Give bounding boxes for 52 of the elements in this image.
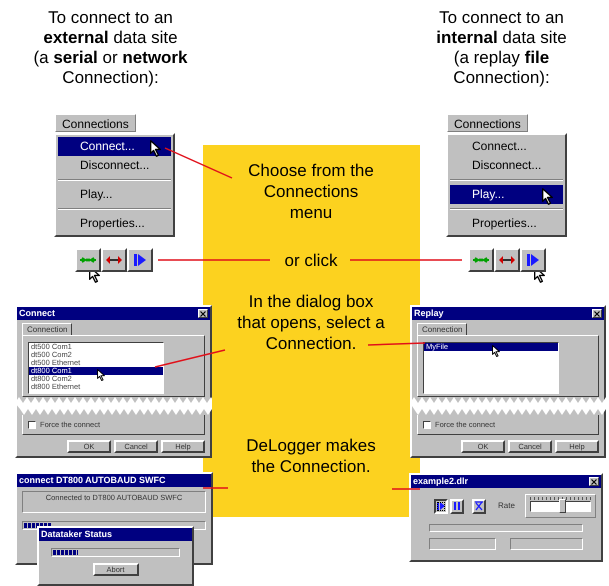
dialog-tab[interactable]: Connection: [417, 323, 468, 335]
toolbar-button[interactable]: [468, 248, 494, 272]
cross-icon: [474, 501, 484, 511]
dialog-tab[interactable]: Connection: [22, 323, 72, 335]
checkbox[interactable]: [423, 420, 431, 429]
menu-item[interactable]: Connect...: [58, 137, 171, 156]
double-arrow-icon: [105, 253, 123, 267]
instruction-text: To connect to an external data site (a serial or network Connection):: [32, 8, 189, 88]
leader-line: [203, 487, 228, 489]
window-title: Datataker Status: [41, 528, 112, 541]
menu-title[interactable]: Connections: [55, 114, 136, 132]
toolbar-button[interactable]: [101, 248, 127, 272]
menu-item[interactable]: Disconnect...: [450, 156, 563, 175]
menu-item[interactable]: Properties...: [450, 214, 563, 233]
status-field: [429, 538, 496, 550]
checkbox[interactable]: [28, 420, 36, 429]
window-title: Replay: [414, 307, 444, 320]
leader-line: [154, 349, 226, 368]
toolbar-button[interactable]: [127, 248, 153, 272]
close-icon: [591, 478, 597, 484]
toolbar-button[interactable]: [494, 248, 520, 272]
pointer-icon: [542, 188, 553, 205]
player-button[interactable]: [434, 498, 448, 514]
slider-ticks-drawing: [530, 497, 591, 500]
leader-line: [392, 488, 420, 490]
toolbar-button[interactable]: [75, 248, 101, 272]
close-button[interactable]: [592, 309, 602, 318]
leader-line: [368, 342, 426, 346]
close-button[interactable]: [198, 309, 208, 318]
window-title: example2.dlr: [413, 475, 468, 488]
rate-label: Rate: [498, 500, 515, 512]
menu-title[interactable]: Connections: [447, 114, 528, 132]
play-icon: [436, 501, 446, 511]
menu-item[interactable]: Disconnect...: [58, 156, 171, 175]
close-icon: [200, 310, 206, 316]
menu-item[interactable]: Connect...: [450, 137, 563, 156]
window-title: Connect: [19, 307, 55, 320]
menu-item[interactable]: Play...: [450, 185, 563, 204]
menu-item[interactable]: Properties...: [58, 214, 171, 233]
double-arrow-icon: [498, 253, 516, 267]
leader-line: [164, 147, 232, 179]
pointer-icon: [492, 345, 500, 357]
pause-icon: [452, 501, 462, 511]
toolbar-button[interactable]: [520, 248, 546, 272]
slider-thumb[interactable]: [559, 499, 566, 513]
pointer-icon: [97, 369, 105, 381]
menu-item[interactable]: Play...: [58, 185, 171, 204]
window-title: connect DT800 AUTOBAUD SWFC: [19, 474, 166, 487]
pointer-icon: [150, 140, 161, 157]
close-icon: [594, 310, 600, 316]
instruction-text: To connect to an internal data site (a replay file Connection):: [435, 8, 568, 88]
close-button[interactable]: [589, 477, 599, 486]
